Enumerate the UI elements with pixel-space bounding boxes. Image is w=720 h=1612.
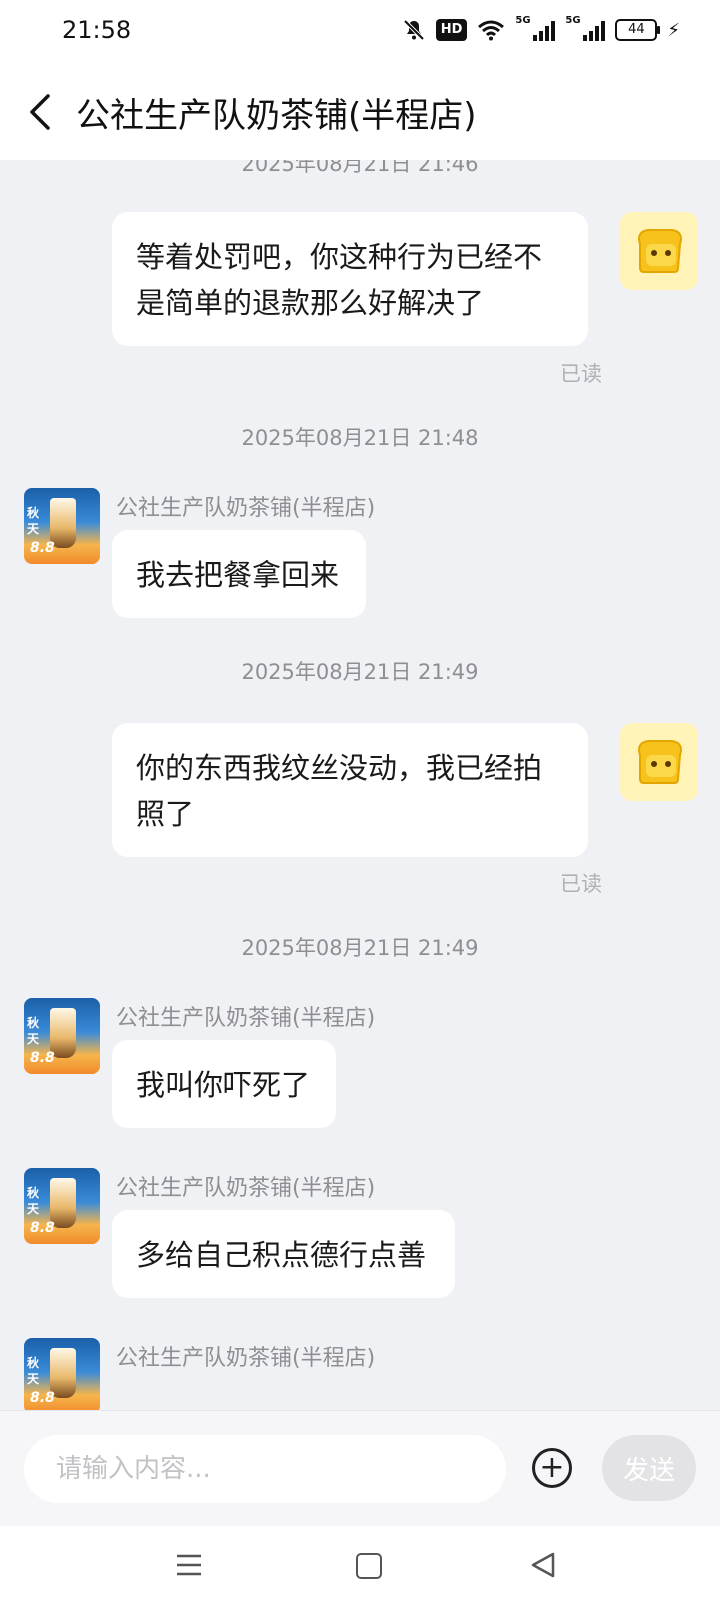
avatar-text-1: 秋 xyxy=(27,1016,40,1030)
read-status: 已读 xyxy=(560,362,602,386)
avatar-text-1: 秋 xyxy=(27,1356,40,1370)
signal-icon-2: 5G xyxy=(565,15,606,41)
avatar-text-1: 秋 xyxy=(27,506,40,520)
send-button[interactable]: 发送 xyxy=(602,1435,696,1501)
bell-off-icon xyxy=(403,19,425,41)
hd-icon: HD xyxy=(435,19,468,41)
signal-icon: 5G xyxy=(515,15,556,41)
timestamp: 2025年08月21日 21:48 xyxy=(241,426,479,450)
page-title: 公社生产队奶茶铺(半程店) xyxy=(76,96,477,136)
input-bar: + 发送 xyxy=(0,1410,720,1526)
avatar-price: 8.8 xyxy=(30,1220,55,1236)
message-bubble-incoming[interactable]: 多给自己积点德行点善 xyxy=(112,1210,455,1298)
sender-name: 公社生产队奶茶铺(半程店) xyxy=(116,1346,376,1371)
status-time: 21:58 xyxy=(62,16,132,44)
avatar-text-2: 天 xyxy=(27,1202,40,1216)
nav-back-icon[interactable] xyxy=(530,1551,556,1579)
message-input[interactable] xyxy=(24,1435,506,1503)
read-status: 已读 xyxy=(560,872,602,896)
sender-name: 公社生产队奶茶铺(半程店) xyxy=(116,496,376,521)
shop-avatar[interactable]: 秋 天 8.8 xyxy=(24,1338,100,1410)
sender-name: 公社生产队奶茶铺(半程店) xyxy=(116,1176,376,1201)
timestamp: 2025年08月21日 21:49 xyxy=(241,936,479,960)
shop-avatar[interactable]: 秋 天 8.8 xyxy=(24,488,100,564)
menu-icon[interactable] xyxy=(176,1554,202,1576)
shop-avatar[interactable]: 秋 天 8.8 xyxy=(24,1168,100,1244)
message-bubble-outgoing[interactable]: 你的东西我纹丝没动，我已经拍照了 xyxy=(112,723,588,857)
toast-avatar-icon xyxy=(638,229,682,273)
avatar-text-1: 秋 xyxy=(27,1186,40,1200)
avatar-price: 8.8 xyxy=(30,1050,55,1066)
avatar-text-2: 天 xyxy=(27,1032,40,1046)
my-avatar[interactable] xyxy=(620,212,698,290)
my-avatar[interactable] xyxy=(620,723,698,801)
chat-header: 公社生产队奶茶铺(半程店) xyxy=(0,64,720,160)
status-bar: 21:58 HD 5G 5G 44 ⚡ xyxy=(0,0,720,64)
back-icon[interactable] xyxy=(22,90,62,134)
toast-avatar-icon xyxy=(638,740,682,784)
avatar-price: 8.8 xyxy=(30,540,55,556)
system-nav-bar xyxy=(0,1526,720,1612)
status-icons: HD 5G 5G 44 ⚡ xyxy=(402,15,680,42)
plus-icon[interactable]: + xyxy=(532,1448,572,1488)
chat-list[interactable]: 2025年08月21日 21:46 等着处罚吧，你这种行为已经不是简单的退款那么… xyxy=(0,160,720,1410)
timestamp: 2025年08月21日 21:49 xyxy=(241,660,479,684)
wifi-icon xyxy=(478,20,505,41)
battery-icon: 44 xyxy=(615,19,661,41)
message-bubble-incoming[interactable]: 我去把餐拿回来 xyxy=(112,530,366,618)
avatar-text-2: 天 xyxy=(27,1372,40,1386)
avatar-text-2: 天 xyxy=(27,522,40,536)
avatar-price: 8.8 xyxy=(30,1390,55,1406)
message-bubble-incoming[interactable]: 我叫你吓死了 xyxy=(112,1040,336,1128)
sender-name: 公社生产队奶茶铺(半程店) xyxy=(116,1006,376,1031)
message-bubble-outgoing[interactable]: 等着处罚吧，你这种行为已经不是简单的退款那么好解决了 xyxy=(112,212,588,346)
home-icon[interactable] xyxy=(356,1553,382,1579)
charging-icon: ⚡ xyxy=(667,19,680,41)
timestamp: 2025年08月21日 21:46 xyxy=(241,160,479,176)
shop-avatar[interactable]: 秋 天 8.8 xyxy=(24,998,100,1074)
